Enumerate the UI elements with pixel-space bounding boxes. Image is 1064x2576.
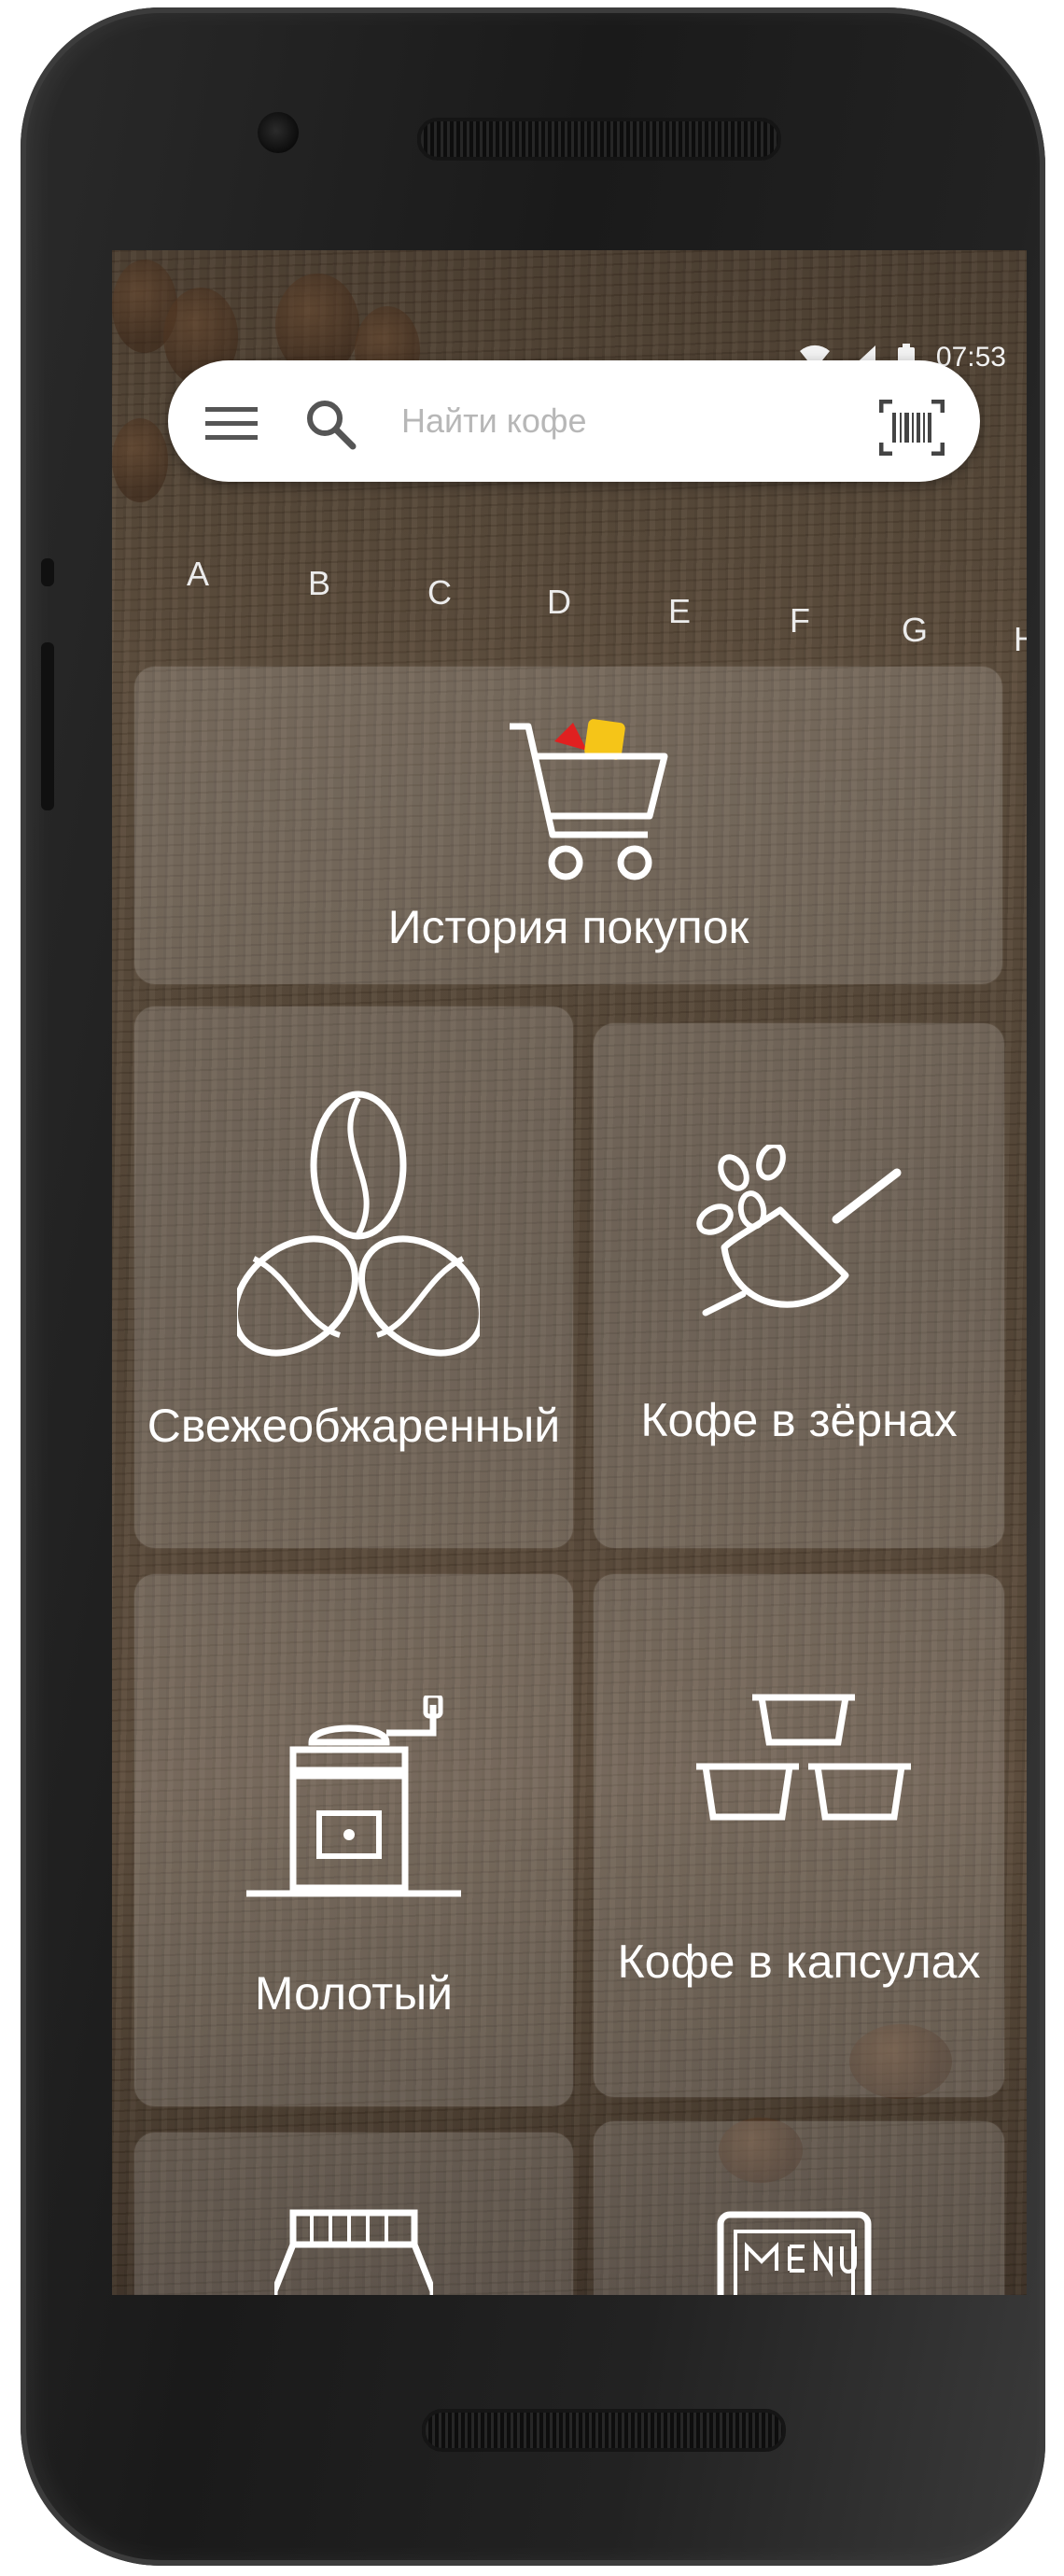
tile-menu[interactable] [594,2121,1004,2295]
alphabet-letter-d[interactable]: D [547,583,571,622]
coffee-bag-icon [271,2207,437,2295]
tile-freshly-roasted[interactable]: Свежеобжаренный [134,1006,573,1548]
decorative-bean [112,418,168,502]
tile-coffee-bag[interactable] [134,2133,573,2295]
shopping-cart-icon [508,713,676,905]
alphabet-letter-b[interactable]: B [308,564,330,603]
coffee-beans-icon [231,1091,485,1375]
device-mockup: 07:53 Найти кофе A B C D E F G H История… [0,0,1064,2576]
alphabet-letter-e[interactable]: E [668,592,691,631]
top-speaker [417,118,781,161]
app-screen: 07:53 Найти кофе A B C D E F G H История… [112,250,1027,2295]
tile-label: История покупок [387,901,749,953]
front-camera [258,112,299,153]
tile-ground-coffee[interactable]: Молотый [134,1574,573,2106]
alphabet-letter-h[interactable]: H [1014,620,1027,659]
tile-whole-beans[interactable]: Кофе в зёрнах [594,1023,1004,1548]
coffee-capsules-icon [696,1686,911,1878]
volume-button [41,558,54,586]
alphabet-letter-f[interactable]: F [790,601,810,640]
tile-label: Кофе в капсулах [617,1936,981,1988]
tile-label: Кофе в зёрнах [640,1394,958,1446]
tile-label: Свежеобжаренный [147,1400,561,1452]
hamburger-menu-icon[interactable] [205,405,258,447]
bottom-speaker [422,2409,786,2452]
search-bar[interactable]: Найти кофе [168,360,980,482]
alphabet-letter-a[interactable]: A [187,555,209,594]
coffee-scoop-icon [696,1142,911,1336]
coffee-grinder-icon [246,1693,461,1915]
tile-label: Молотый [254,1967,454,2020]
tile-purchase-history[interactable]: История покупок [134,667,1002,984]
power-button [41,642,54,810]
barcode-scanner-icon[interactable] [878,399,945,460]
alphabet-letter-c[interactable]: C [427,573,452,612]
alphabet-letter-g[interactable]: G [902,611,928,650]
tile-capsules[interactable]: Кофе в капсулах [594,1574,1004,2097]
magnifier-icon[interactable] [304,398,357,455]
search-input[interactable]: Найти кофе [401,401,587,441]
menu-board-icon [715,2205,874,2295]
